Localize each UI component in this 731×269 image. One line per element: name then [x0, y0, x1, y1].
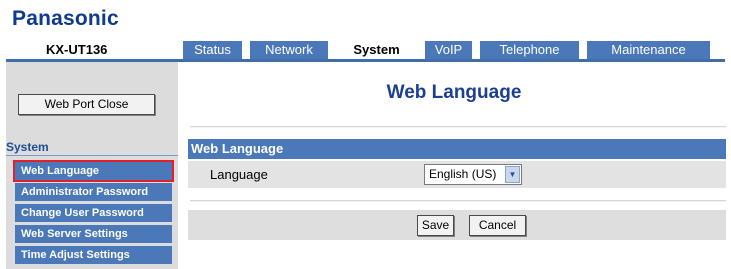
sidebar-item-administrator-password[interactable]: Administrator Password [15, 183, 172, 201]
sidebar: Web Port Close System Web Language Admin… [6, 62, 178, 269]
tab-status[interactable]: Status [183, 41, 242, 59]
sidebar-heading: System [6, 140, 49, 154]
save-button[interactable]: Save [417, 215, 454, 236]
tab-maintenance[interactable]: Maintenance [587, 41, 710, 59]
web-port-close-button[interactable]: Web Port Close [18, 94, 155, 115]
language-label: Language [210, 167, 268, 182]
tab-network[interactable]: Network [250, 41, 328, 59]
title-divider [190, 126, 726, 128]
cancel-button[interactable]: Cancel [469, 215, 526, 236]
chevron-down-icon[interactable]: ▼ [505, 166, 520, 183]
sidebar-heading-divider [6, 155, 178, 156]
page-title: Web Language [386, 82, 522, 103]
sidebar-item-time-adjust-settings[interactable]: Time Adjust Settings [15, 246, 172, 264]
language-select[interactable]: English (US) ▼ [424, 164, 522, 185]
main-content: Web Language Web Language Language Engli… [180, 62, 731, 269]
sidebar-item-web-server-settings[interactable]: Web Server Settings [15, 225, 172, 243]
language-row: Language English (US) ▼ [188, 161, 726, 188]
button-bar: Save Cancel [188, 210, 726, 240]
form-divider [190, 200, 726, 202]
sidebar-item-change-user-password[interactable]: Change User Password [15, 204, 172, 222]
tab-system[interactable]: System [336, 41, 417, 59]
tab-telephone[interactable]: Telephone [480, 41, 579, 59]
tab-voip[interactable]: VoIP [425, 41, 472, 59]
language-select-value: English (US) [429, 167, 497, 181]
section-header: Web Language [188, 139, 726, 159]
sidebar-item-web-language[interactable]: Web Language [13, 160, 174, 182]
panasonic-logo: Panasonic [12, 7, 119, 30]
model-name: KX-UT136 [46, 42, 108, 57]
